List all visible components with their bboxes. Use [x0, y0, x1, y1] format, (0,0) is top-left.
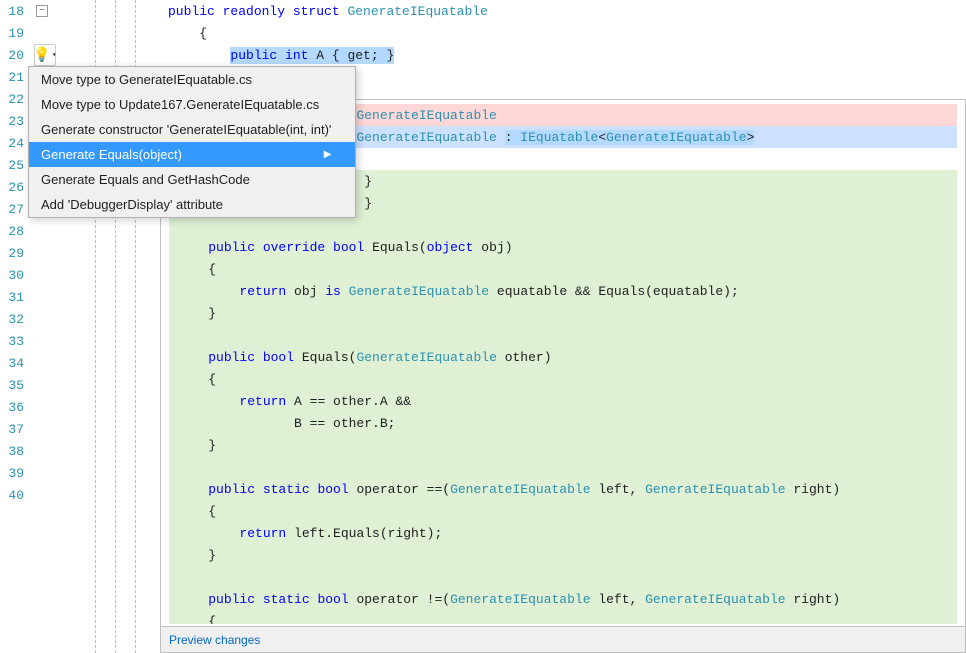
keyword-struct-18: struct [293, 4, 348, 19]
rest-20: A { get; } [308, 48, 394, 63]
submenu-arrow: ▶ [324, 149, 332, 160]
code-line-30: return obj is GenerateIEquatable equatab… [169, 280, 957, 302]
preview-changes-link[interactable]: Preview changes [169, 633, 260, 647]
lightbulb-icon: 💡 [33, 47, 50, 64]
line-num-20: 20 [0, 48, 32, 63]
gutter-row-30: 30 [0, 264, 160, 286]
indent-20 [168, 48, 230, 63]
menu-item-debugger-display[interactable]: Add 'DebuggerDisplay' attribute [29, 192, 355, 217]
code-line-36: B == other.B; [169, 412, 957, 434]
collapse-btn-18[interactable]: − [36, 5, 48, 17]
line-num-35: 35 [0, 378, 32, 393]
menu-item-generate-equals-hashcode[interactable]: Generate Equals and GetHashCode [29, 167, 355, 192]
menu-item-move-type-update-label: Move type to Update167.GenerateIEquatabl… [41, 97, 319, 112]
line-num-18: 18 [0, 4, 32, 19]
menu-item-generate-equals[interactable]: Generate Equals(object) ▶ [29, 142, 355, 167]
code-line-28: public override bool Equals(object obj) [169, 236, 957, 258]
gutter-row-31: 31 [0, 286, 160, 308]
line-num-28: 28 [0, 224, 32, 239]
line-num-39: 39 [0, 466, 32, 481]
menu-item-generate-equals-label: Generate Equals(object) [41, 147, 182, 162]
code-line-20: public int A { get; } [160, 44, 966, 66]
line-num-37: 37 [0, 422, 32, 437]
code-line-32 [169, 324, 957, 346]
editor-container: 18 − 19 20 💡 ▾ 21 22 23 24 25 26 27 28 [0, 0, 966, 653]
context-menu: Move type to GenerateIEquatable.cs Move … [28, 66, 356, 218]
gutter-row-37: 37 [0, 418, 160, 440]
code-line-39: public static bool operator ==(GenerateI… [169, 478, 957, 500]
code-line-42: } [169, 544, 957, 566]
code-line-34: { [169, 368, 957, 390]
line-num-19: 19 [0, 26, 32, 41]
code-line-33: public bool Equals(GenerateIEquatable ot… [169, 346, 957, 368]
gutter-row-38: 38 [0, 440, 160, 462]
code-line-31: } [169, 302, 957, 324]
preview-footer: Preview changes [161, 626, 965, 652]
keyword-public-20: public [230, 48, 285, 63]
code-line-40: { [169, 500, 957, 522]
iequatable-highlight: : IEquatable<GenerateIEquatable> [505, 130, 755, 145]
gutter-row-29: 29 [0, 242, 160, 264]
keyword-int-20: int [285, 48, 308, 63]
gutter-row-33: 33 [0, 330, 160, 352]
menu-item-generate-constructor-label: Generate constructor 'GenerateIEquatable… [41, 122, 331, 137]
line-num-34: 34 [0, 356, 32, 371]
code-line-44: public static bool operator !=(GenerateI… [169, 588, 957, 610]
gutter-row-36: 36 [0, 396, 160, 418]
gutter-row-19: 19 [0, 22, 160, 44]
menu-item-generate-equals-hashcode-label: Generate Equals and GetHashCode [41, 172, 250, 187]
code-line-35: return A == other.A && [169, 390, 957, 412]
gutter-row-18: 18 − [0, 0, 160, 22]
menu-item-generate-constructor[interactable]: Generate constructor 'GenerateIEquatable… [29, 117, 355, 142]
menu-item-move-type[interactable]: Move type to GenerateIEquatable.cs [29, 67, 355, 92]
lightbulb-dropdown-arrow: ▾ [52, 50, 57, 60]
line-num-33: 33 [0, 334, 32, 349]
gutter-row-35: 35 [0, 374, 160, 396]
brace-open-19: { [168, 26, 207, 41]
line-num-31: 31 [0, 290, 32, 305]
code-line-41: return left.Equals(right); [169, 522, 957, 544]
gutter-row-39: 39 [0, 462, 160, 484]
highlighted-code-20: public int A { get; } [230, 47, 394, 64]
menu-item-move-type-update[interactable]: Move type to Update167.GenerateIEquatabl… [29, 92, 355, 117]
gutter-row-28: 28 [0, 220, 160, 242]
line-num-36: 36 [0, 400, 32, 415]
type-name-22: GenerateIEquatable [356, 108, 496, 123]
type-name-18: GenerateIEquatable [347, 4, 487, 19]
line-num-40: 40 [0, 488, 32, 503]
type-name-23: GenerateIEquatable [356, 130, 496, 145]
code-line-45: { [169, 610, 957, 624]
code-line-43 [169, 566, 957, 588]
line-num-30: 30 [0, 268, 32, 283]
code-line-19: { [160, 22, 966, 44]
line-num-29: 29 [0, 246, 32, 261]
menu-item-move-type-label: Move type to GenerateIEquatable.cs [41, 72, 252, 87]
gutter-row-40: 40 [0, 484, 160, 506]
code-line-29: { [169, 258, 957, 280]
line-num-38: 38 [0, 444, 32, 459]
gutter-row-34: 34 [0, 352, 160, 374]
code-line-38 [169, 456, 957, 478]
code-line-37: } [169, 434, 957, 456]
code-line-18: public readonly struct GenerateIEquatabl… [160, 0, 966, 22]
gutter-row-20: 20 💡 ▾ [0, 44, 160, 66]
collapse-icon-18[interactable]: − [32, 1, 52, 21]
keyword-public-18: public [168, 4, 223, 19]
lightbulb-button[interactable]: 💡 ▾ [34, 44, 56, 66]
gutter-row-32: 32 [0, 308, 160, 330]
menu-item-debugger-display-label: Add 'DebuggerDisplay' attribute [41, 197, 223, 212]
keyword-readonly-18: readonly [223, 4, 293, 19]
line-num-32: 32 [0, 312, 32, 327]
